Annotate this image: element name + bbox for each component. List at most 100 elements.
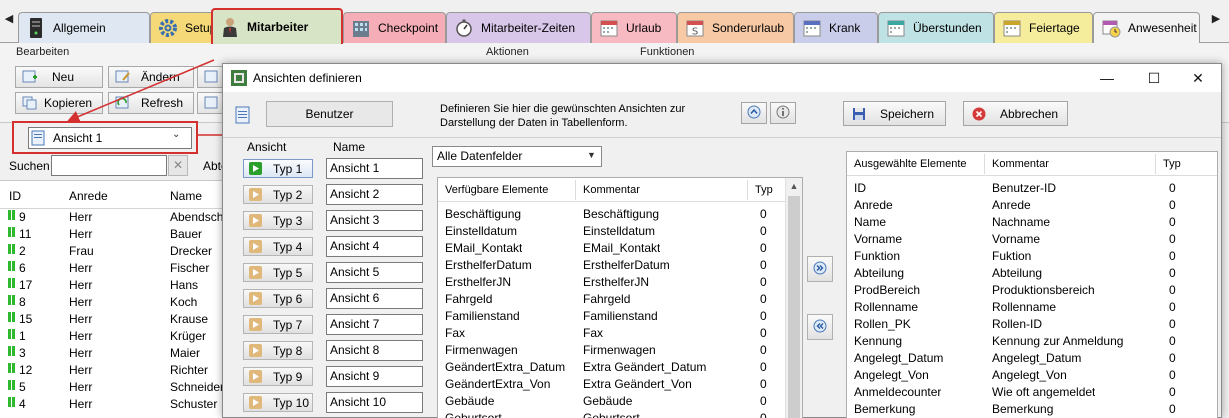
- list-item[interactable]: Fax Fax 0: [438, 325, 786, 342]
- search-clear-button[interactable]: ✕: [168, 155, 188, 176]
- cancel-button[interactable]: Abbrechen: [963, 101, 1068, 126]
- view-name-input-1[interactable]: Ansicht 1: [326, 158, 423, 179]
- table-row[interactable]: 4 Herr Schuster: [0, 396, 224, 413]
- close-button[interactable]: ✕: [1175, 66, 1221, 90]
- tab-checkpoint[interactable]: Checkpoint: [343, 12, 446, 43]
- list-item[interactable]: GeändertExtra_Datum Extra Geändert_Datum 0: [438, 359, 786, 376]
- column-ausgewaehlte-elemente[interactable]: Ausgewählte Elemente: [854, 158, 967, 170]
- view-name-input-6[interactable]: Ansicht 6: [326, 288, 423, 309]
- typ-button-5[interactable]: Typ 5: [243, 263, 313, 282]
- list-item[interactable]: ErsthelferDatum ErsthelferDatum 0: [438, 257, 786, 274]
- column-kommentar[interactable]: Kommentar: [992, 158, 1049, 170]
- column-id[interactable]: ID: [9, 189, 21, 203]
- move-up-button[interactable]: [741, 102, 767, 124]
- tab-krank[interactable]: Krank: [794, 12, 878, 43]
- chevron-down-icon[interactable]: ⌄: [172, 129, 180, 140]
- tab-allgemein[interactable]: Allgemein: [18, 12, 150, 43]
- aendern-button[interactable]: Ändern: [108, 66, 194, 88]
- column-kommentar[interactable]: Kommentar: [583, 184, 640, 196]
- table-row[interactable]: 15 Herr Krause: [0, 311, 224, 328]
- table-row[interactable]: 8 Herr Koch: [0, 294, 224, 311]
- table-row[interactable]: 9 Herr Abendsche: [0, 209, 230, 226]
- view-name-input-7[interactable]: Ansicht 7: [326, 314, 423, 335]
- table-row[interactable]: 6 Herr Fischer: [0, 260, 224, 277]
- tab-scroll-right-icon[interactable]: ▶: [1210, 12, 1222, 28]
- table-row[interactable]: 5 Herr Schneider: [0, 379, 224, 396]
- tab-urlaub[interactable]: Urlaub: [591, 12, 677, 43]
- remove-from-selected-button[interactable]: [807, 314, 833, 340]
- list-item[interactable]: Angelegt_Datum Angelegt_Datum 0: [847, 350, 1217, 367]
- tab-benutzer[interactable]: Benutzer: [266, 101, 393, 127]
- tab-ueberstunden[interactable]: Überstunden: [878, 12, 994, 43]
- search-input[interactable]: [51, 155, 167, 176]
- list-item[interactable]: Angelegt_Von Angelegt_Von 0: [847, 367, 1217, 384]
- list-item[interactable]: ID Benutzer-ID 0: [847, 180, 1217, 197]
- tab-scroll-left-icon[interactable]: ◀: [3, 12, 15, 28]
- typ-button-9[interactable]: Typ 9: [243, 367, 313, 386]
- info-button[interactable]: [770, 102, 796, 124]
- table-row[interactable]: 2 Frau Drecker: [0, 243, 224, 260]
- list-item[interactable]: Fahrgeld Fahrgeld 0: [438, 291, 786, 308]
- list-item[interactable]: Rollen_PK Rollen-ID 0: [847, 316, 1217, 333]
- add-to-selected-button[interactable]: [807, 256, 833, 282]
- view-name-input-4[interactable]: Ansicht 4: [326, 236, 423, 257]
- view-name-input-2[interactable]: Ansicht 2: [326, 184, 423, 205]
- typ-button-6[interactable]: Typ 6: [243, 289, 313, 308]
- chevron-down-icon[interactable]: ▼: [587, 150, 596, 160]
- list-item[interactable]: EMail_Kontakt EMail_Kontakt 0: [438, 240, 786, 257]
- list-item[interactable]: Vorname Vorname 0: [847, 231, 1217, 248]
- list-item[interactable]: Einstelldatum Einstelldatum 0: [438, 223, 786, 240]
- list-item[interactable]: Beschäftigung Beschäftigung 0: [438, 206, 786, 223]
- view-name-input-8[interactable]: Ansicht 8: [326, 340, 423, 361]
- list-item[interactable]: Funktion Fuktion 0: [847, 248, 1217, 265]
- column-typ[interactable]: Typ: [1163, 158, 1181, 170]
- typ-button-7[interactable]: Typ 7: [243, 315, 313, 334]
- list-item[interactable]: ProdBereich Produktionsbereich 0: [847, 282, 1217, 299]
- scroll-thumb[interactable]: [788, 196, 800, 418]
- typ-button-4[interactable]: Typ 4: [243, 237, 313, 256]
- list-item[interactable]: GeändertExtra_Von Extra Geändert_Von 0: [438, 376, 786, 393]
- neu-button[interactable]: Neu: [15, 66, 103, 88]
- column-anrede[interactable]: Anrede: [69, 189, 108, 203]
- tab-mitarbeiter-zeiten[interactable]: Mitarbeiter-Zeiten: [446, 12, 591, 43]
- list-item[interactable]: Firmenwagen Firmenwagen 0: [438, 342, 786, 359]
- column-name[interactable]: Name: [170, 189, 202, 203]
- list-item[interactable]: Kennung Kennung zur Anmeldung 0: [847, 333, 1217, 350]
- list-item[interactable]: Name Nachname 0: [847, 214, 1217, 231]
- list-item[interactable]: Rollenname Rollenname 0: [847, 299, 1217, 316]
- tab-feiertage[interactable]: Feiertage: [994, 12, 1093, 43]
- minimize-button[interactable]: —: [1084, 66, 1130, 90]
- list-item[interactable]: Anrede Anrede 0: [847, 197, 1217, 214]
- refresh-button[interactable]: Refresh: [108, 92, 194, 114]
- list-item[interactable]: Anmeldecounter Wie oft angemeldet 0: [847, 384, 1217, 401]
- table-row[interactable]: 17 Herr Hans: [0, 277, 224, 294]
- typ-button-1[interactable]: Typ 1: [243, 159, 313, 178]
- view-name-input-9[interactable]: Ansicht 9: [326, 366, 423, 387]
- list-item[interactable]: Gebäude Gebäude 0: [438, 393, 786, 410]
- typ-button-3[interactable]: Typ 3: [243, 211, 313, 230]
- view-name-input-3[interactable]: Ansicht 3: [326, 210, 423, 231]
- kopieren-button[interactable]: Kopieren: [15, 92, 103, 114]
- column-verfuegbare-elemente[interactable]: Verfügbare Elemente: [445, 184, 548, 196]
- view-name-input-10[interactable]: Ansicht 10: [326, 392, 423, 413]
- table-row[interactable]: 12 Herr Richter: [0, 362, 224, 379]
- tab-anwesenheit[interactable]: Anwesenheit: [1093, 12, 1200, 43]
- typ-button-10[interactable]: Typ 10: [243, 393, 313, 412]
- table-row[interactable]: 11 Herr Bauer: [0, 226, 224, 243]
- view-name-input-5[interactable]: Ansicht 5: [326, 262, 423, 283]
- list-item[interactable]: ErsthelferJN ErsthelferJN 0: [438, 274, 786, 291]
- tab-mitarbeiter[interactable]: Mitarbeiter: [211, 8, 343, 44]
- save-button[interactable]: Speichern: [843, 101, 946, 126]
- typ-button-8[interactable]: Typ 8: [243, 341, 313, 360]
- maximize-button[interactable]: ☐: [1131, 66, 1177, 90]
- available-scrollbar[interactable]: ▲: [785, 178, 802, 418]
- view-select[interactable]: Ansicht 1: [28, 127, 192, 149]
- typ-button-2[interactable]: Typ 2: [243, 185, 313, 204]
- table-row[interactable]: 3 Herr Maier: [0, 345, 224, 362]
- column-typ[interactable]: Typ: [755, 184, 773, 196]
- table-row[interactable]: 1 Herr Krüger: [0, 328, 224, 345]
- scroll-up-icon[interactable]: ▲: [786, 178, 802, 195]
- tab-sonderurlaub[interactable]: S Sonderurlaub: [677, 12, 794, 43]
- list-item[interactable]: Abteilung Abteilung 0: [847, 265, 1217, 282]
- field-filter-select[interactable]: Alle Datenfelder: [432, 146, 602, 167]
